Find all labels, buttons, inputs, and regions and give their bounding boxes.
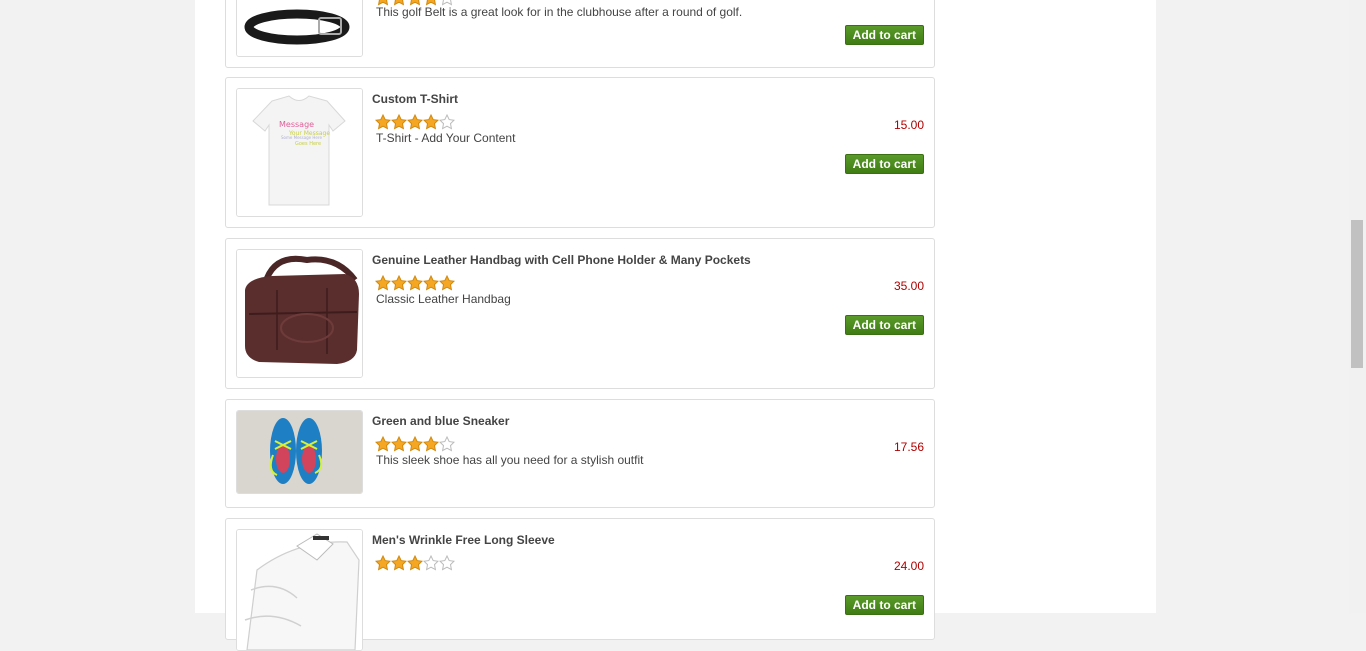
product-price: 35.00 <box>893 279 924 293</box>
product-image[interactable]: Message Your Message Some Message Here G… <box>236 88 363 217</box>
product-image[interactable] <box>236 249 363 378</box>
product-price: 15.00 <box>893 118 924 132</box>
star-empty-icon <box>422 554 440 571</box>
product-item: Men's Wrinkle Free Long Sleeve 24.00 Add… <box>225 518 935 651</box>
star-filled-icon <box>374 113 392 130</box>
svg-text:Some Message Here: Some Message Here <box>281 135 322 140</box>
star-filled-icon <box>422 274 440 291</box>
add-to-cart-button[interactable]: Add to cart <box>844 595 924 615</box>
svg-text:Message: Message <box>279 120 314 129</box>
star-empty-icon <box>438 113 456 130</box>
product-description: T-Shirt - Add Your Content <box>376 131 516 145</box>
product-price: 17.56 <box>893 440 924 454</box>
product-title[interactable]: Men's Wrinkle Free Long Sleeve <box>372 533 555 547</box>
star-filled-icon <box>390 435 408 452</box>
product-image[interactable] <box>236 410 363 494</box>
rating-stars <box>374 113 456 130</box>
star-filled-icon <box>374 435 392 452</box>
star-filled-icon <box>422 435 440 452</box>
product-item: This golf Belt is a great look for in th… <box>225 0 935 68</box>
product-price: 24.00 <box>893 559 924 573</box>
star-filled-icon <box>374 274 392 291</box>
star-filled-icon <box>406 554 424 571</box>
star-filled-icon <box>406 435 424 452</box>
star-filled-icon <box>390 113 408 130</box>
star-filled-icon <box>390 274 408 291</box>
star-filled-icon <box>374 554 392 571</box>
add-to-cart-button[interactable]: Add to cart <box>844 154 924 174</box>
star-filled-icon <box>438 274 456 291</box>
star-empty-icon <box>438 554 456 571</box>
product-item: Green and blue Sneaker This sleek shoe h… <box>225 399 935 508</box>
product-title[interactable]: Genuine Leather Handbag with Cell Phone … <box>372 253 751 267</box>
product-image[interactable] <box>236 529 363 651</box>
add-to-cart-button[interactable]: Add to cart <box>844 25 924 45</box>
svg-text:Goes Here: Goes Here <box>295 141 321 147</box>
product-description: This sleek shoe has all you need for a s… <box>376 453 644 467</box>
add-to-cart-button[interactable]: Add to cart <box>844 315 924 335</box>
rating-stars <box>374 435 456 452</box>
scrollbar-thumb[interactable] <box>1351 220 1363 368</box>
product-item: Genuine Leather Handbag with Cell Phone … <box>225 238 935 389</box>
product-title[interactable]: Custom T-Shirt <box>372 92 458 106</box>
rating-stars <box>374 274 456 291</box>
product-description: This golf Belt is a great look for in th… <box>376 5 743 19</box>
star-filled-icon <box>390 554 408 571</box>
product-title[interactable]: Green and blue Sneaker <box>372 414 509 428</box>
product-description: Classic Leather Handbag <box>376 292 511 306</box>
product-item: Message Your Message Some Message Here G… <box>225 77 935 228</box>
vertical-scrollbar[interactable] <box>1349 0 1366 613</box>
star-filled-icon <box>406 113 424 130</box>
product-image[interactable] <box>236 0 363 57</box>
star-filled-icon <box>406 274 424 291</box>
star-empty-icon <box>438 435 456 452</box>
rating-stars <box>374 554 456 571</box>
star-filled-icon <box>422 113 440 130</box>
